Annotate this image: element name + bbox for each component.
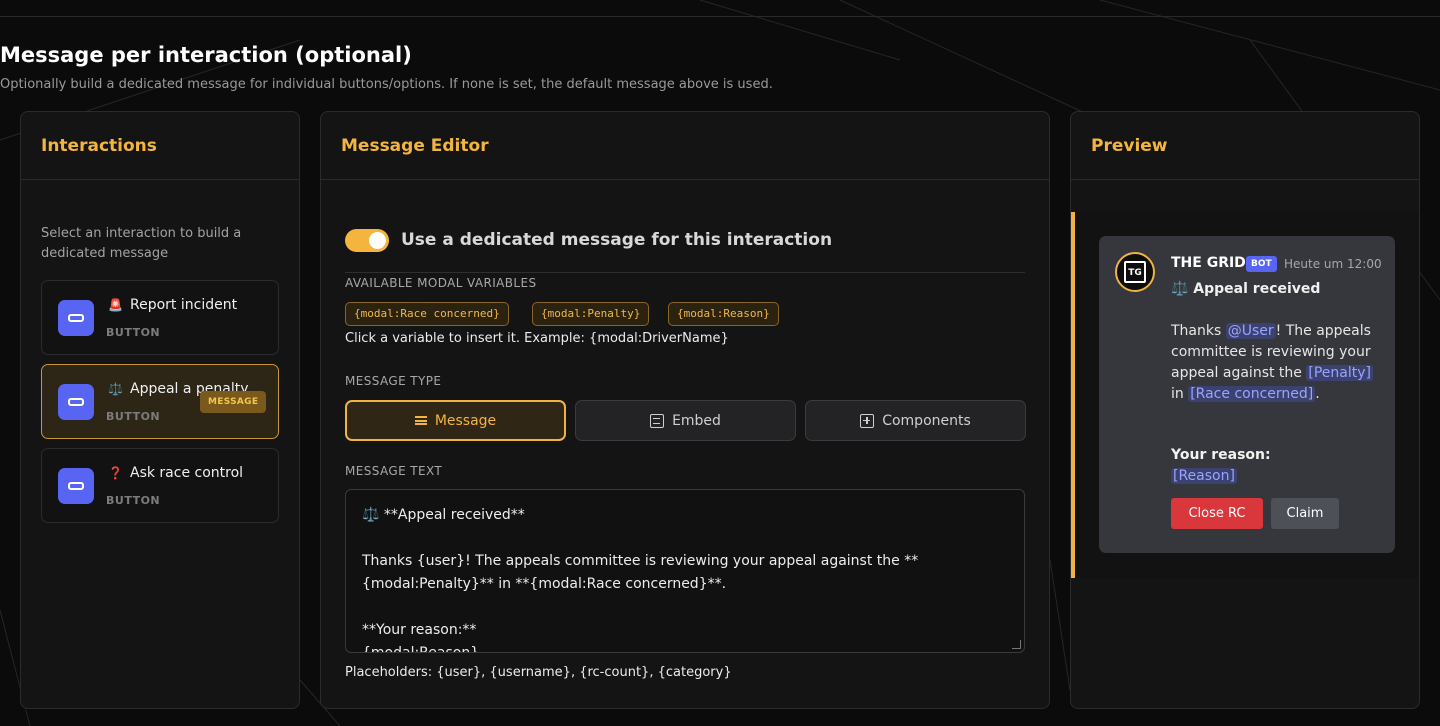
interaction-item-report-incident[interactable]: 🚨 Report incident BUTTON xyxy=(41,280,279,355)
embed-body: Thanks @User! The appeals committee is r… xyxy=(1171,323,1373,402)
race-placeholder: [Race concerned] xyxy=(1188,386,1316,402)
type-button-components[interactable]: Components xyxy=(805,400,1026,441)
type-button-message[interactable]: Message xyxy=(345,400,566,441)
interaction-label: Ask race control xyxy=(130,465,244,481)
interaction-type: BUTTON xyxy=(106,494,161,507)
resize-handle[interactable] xyxy=(1012,640,1021,649)
reason-title: Your reason: xyxy=(1171,447,1271,463)
lines-icon xyxy=(414,416,427,425)
editor-divider xyxy=(345,272,1025,273)
message-timestamp: Heute um 12:00 xyxy=(1284,257,1382,271)
dedicated-message-toggle[interactable] xyxy=(345,229,389,252)
interaction-item-appeal-penalty[interactable]: ⚖️ Appeal a penalty MESSAGE BUTTON xyxy=(41,364,279,439)
section-subtitle: Optionally build a dedicated message for… xyxy=(0,77,773,92)
editor-heading: Message Editor xyxy=(321,112,1049,180)
top-divider xyxy=(0,16,1440,17)
bot-name: THE GRID xyxy=(1171,255,1246,271)
interaction-type: BUTTON xyxy=(106,326,161,339)
interaction-label: Report incident xyxy=(130,297,238,313)
close-rc-button[interactable]: Close RC xyxy=(1171,498,1263,529)
reason-placeholder: [Reason] xyxy=(1171,468,1237,484)
bot-badge: BOT xyxy=(1246,256,1277,272)
message-text-label: MESSAGE TEXT xyxy=(345,464,443,478)
section-title: Message per interaction (optional) xyxy=(0,43,412,67)
grid-logo-icon: TG xyxy=(1124,261,1146,283)
button-icon xyxy=(58,468,94,504)
button-icon xyxy=(58,300,94,336)
variable-chip-race-concerned[interactable]: {modal:Race concerned} xyxy=(345,302,509,326)
embed-title: ⚖️ Appeal received xyxy=(1171,281,1321,297)
discord-message-card: TG THE GRID BOT Heute um 12:00 ⚖️ Appeal… xyxy=(1099,236,1395,553)
message-type-label: MESSAGE TYPE xyxy=(345,374,442,388)
interaction-type: BUTTON xyxy=(106,410,161,423)
toggle-label: Use a dedicated message for this interac… xyxy=(401,230,833,250)
preview-heading: Preview xyxy=(1071,112,1419,180)
interactions-hint: Select an interaction to build a dedicat… xyxy=(41,226,242,261)
avatar: TG xyxy=(1115,252,1155,292)
type-button-embed[interactable]: Embed xyxy=(575,400,796,441)
variable-chip-reason[interactable]: {modal:Reason} xyxy=(668,302,779,326)
modal-variables-label: AVAILABLE MODAL VARIABLES xyxy=(345,276,537,290)
scales-icon: ⚖️ xyxy=(108,382,123,396)
interactions-heading: Interactions xyxy=(21,112,299,180)
components-icon xyxy=(860,413,875,428)
user-mention: @User xyxy=(1225,323,1276,339)
message-text-area[interactable]: ⚖️ **Appeal received** Thanks {user}! Th… xyxy=(345,489,1025,653)
siren-icon: 🚨 xyxy=(108,298,123,312)
question-icon: ❓ xyxy=(108,466,123,480)
variables-hint: Click a variable to insert it. Example: … xyxy=(345,331,729,346)
interaction-item-ask-race-control[interactable]: ❓ Ask race control BUTTON xyxy=(41,448,279,523)
embed-icon xyxy=(650,413,665,428)
button-icon xyxy=(58,384,94,420)
interactions-panel: Interactions Select an interaction to bu… xyxy=(20,111,300,709)
preview-panel: Preview TG THE GRID BOT Heute um 12:00 ⚖… xyxy=(1070,111,1420,709)
placeholders-hint: Placeholders: {user}, {username}, {rc-co… xyxy=(345,665,732,680)
variable-chip-penalty[interactable]: {modal:Penalty} xyxy=(532,302,650,326)
message-badge: MESSAGE xyxy=(200,391,267,413)
claim-button[interactable]: Claim xyxy=(1271,498,1339,529)
message-editor-panel: Message Editor Use a dedicated message f… xyxy=(320,111,1050,709)
penalty-placeholder: [Penalty] xyxy=(1306,365,1373,381)
